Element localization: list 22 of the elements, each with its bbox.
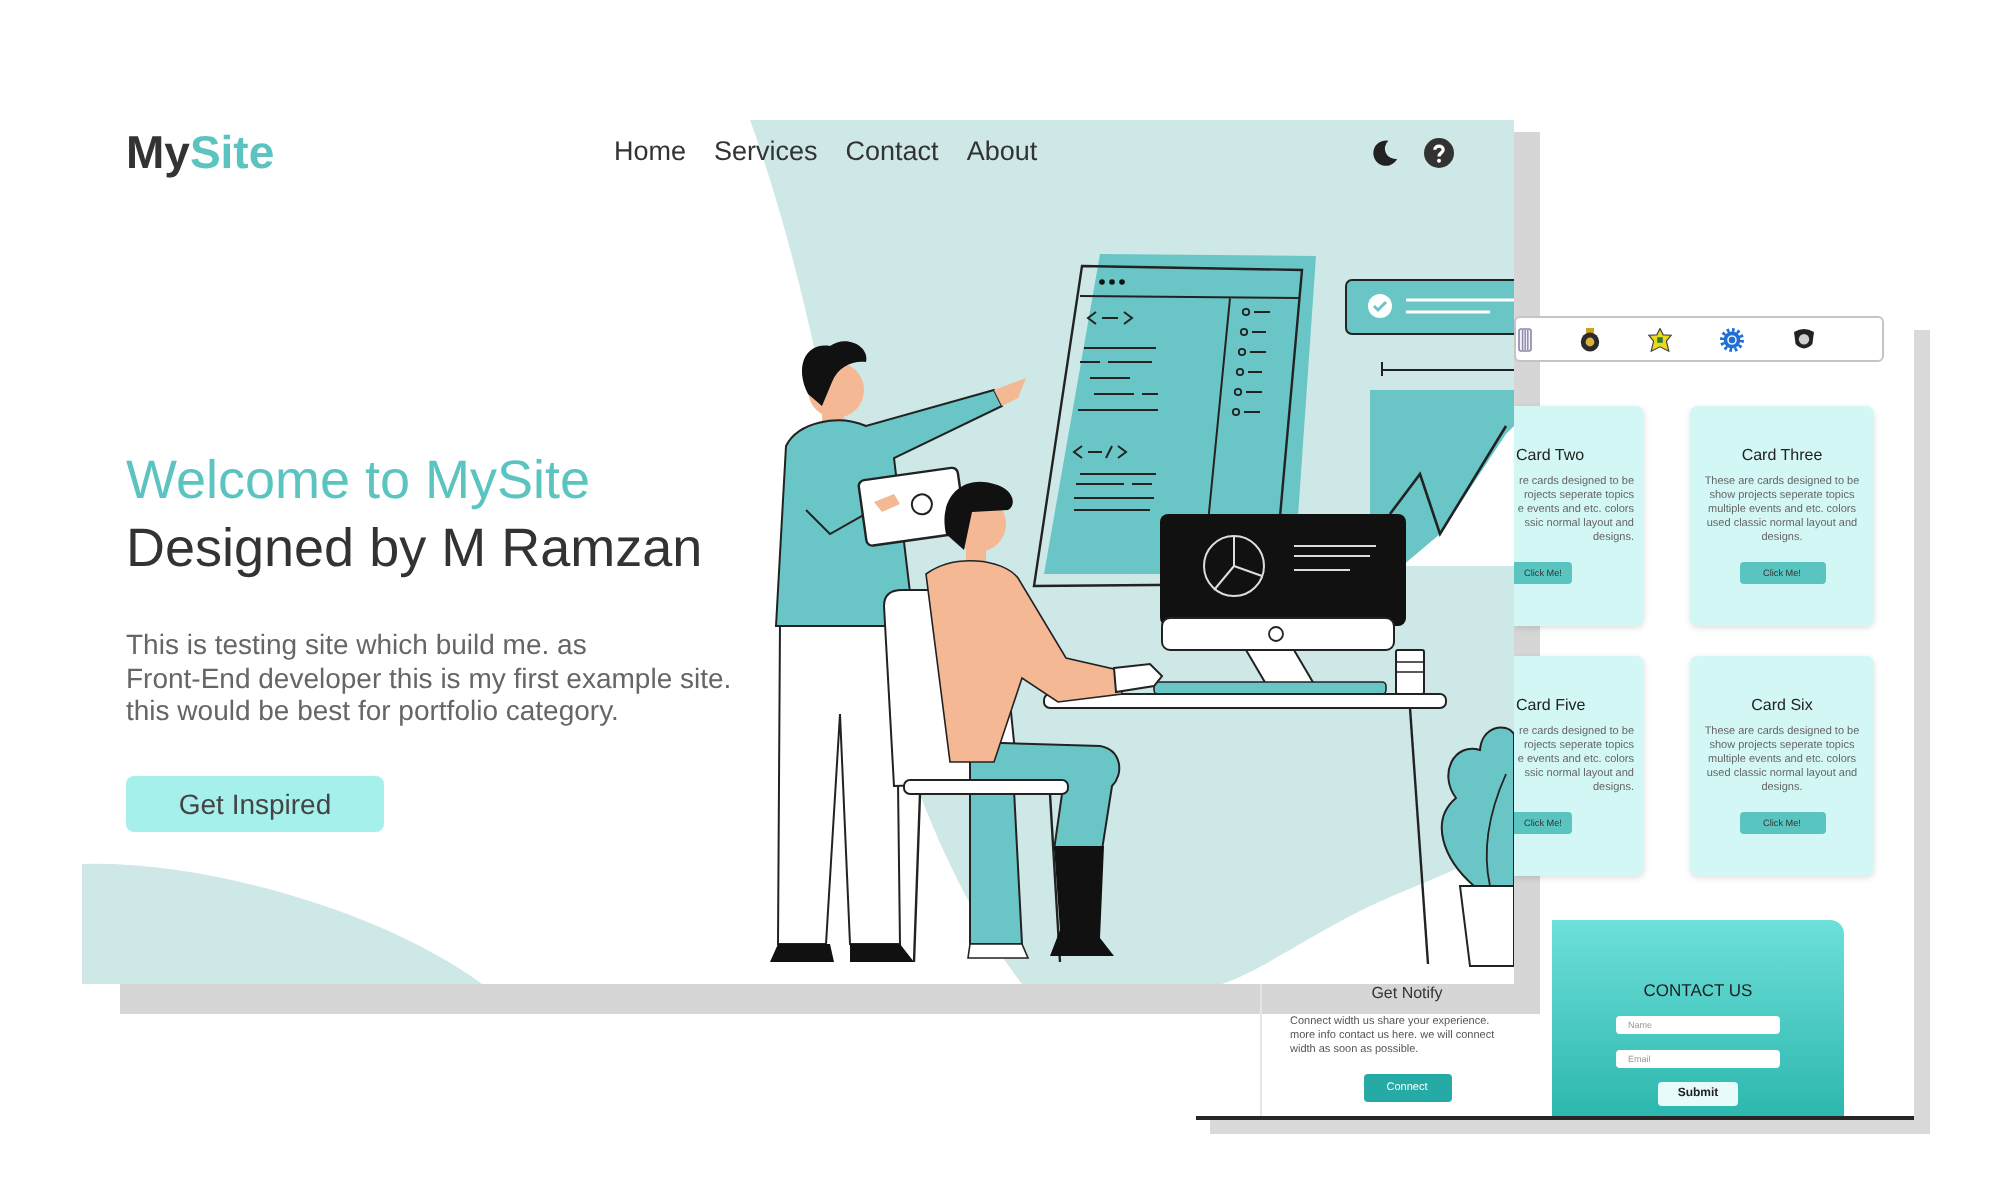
moon-icon[interactable]	[1372, 139, 1398, 165]
nav-link[interactable]: Contact	[845, 134, 939, 170]
star-icon	[1648, 327, 1672, 351]
contact-title: CONTACT US	[1643, 980, 1753, 1000]
card-title: Card Six	[1751, 696, 1813, 716]
nav-link[interactable]: Services	[714, 134, 818, 170]
medal-icon	[1580, 327, 1600, 351]
site-logo[interactable]: MySite	[126, 124, 275, 180]
help-icon[interactable]	[1424, 137, 1454, 167]
hero-subtitle: Designed by M Ramzan	[126, 516, 705, 582]
shield-icon	[1792, 327, 1816, 351]
card-title: Card Two	[1514, 446, 1587, 466]
card-title: Card Three	[1741, 446, 1823, 466]
nav-link[interactable]: About	[966, 134, 1038, 170]
hero-description: This is testing site which build me. as Front-End developer this is my first example site. this would be best for portfolio category.	[126, 628, 734, 727]
hero-title: Welcome to MySite	[126, 448, 593, 514]
gear-icon	[1720, 327, 1744, 351]
section-title: Get Notify	[1371, 984, 1443, 1004]
nav-link[interactable]: Home	[614, 134, 687, 170]
get-inspired-button[interactable]: Get Inspired	[126, 775, 384, 831]
card-title: Card Five	[1514, 696, 1588, 716]
striped-badge-icon	[1518, 327, 1532, 351]
